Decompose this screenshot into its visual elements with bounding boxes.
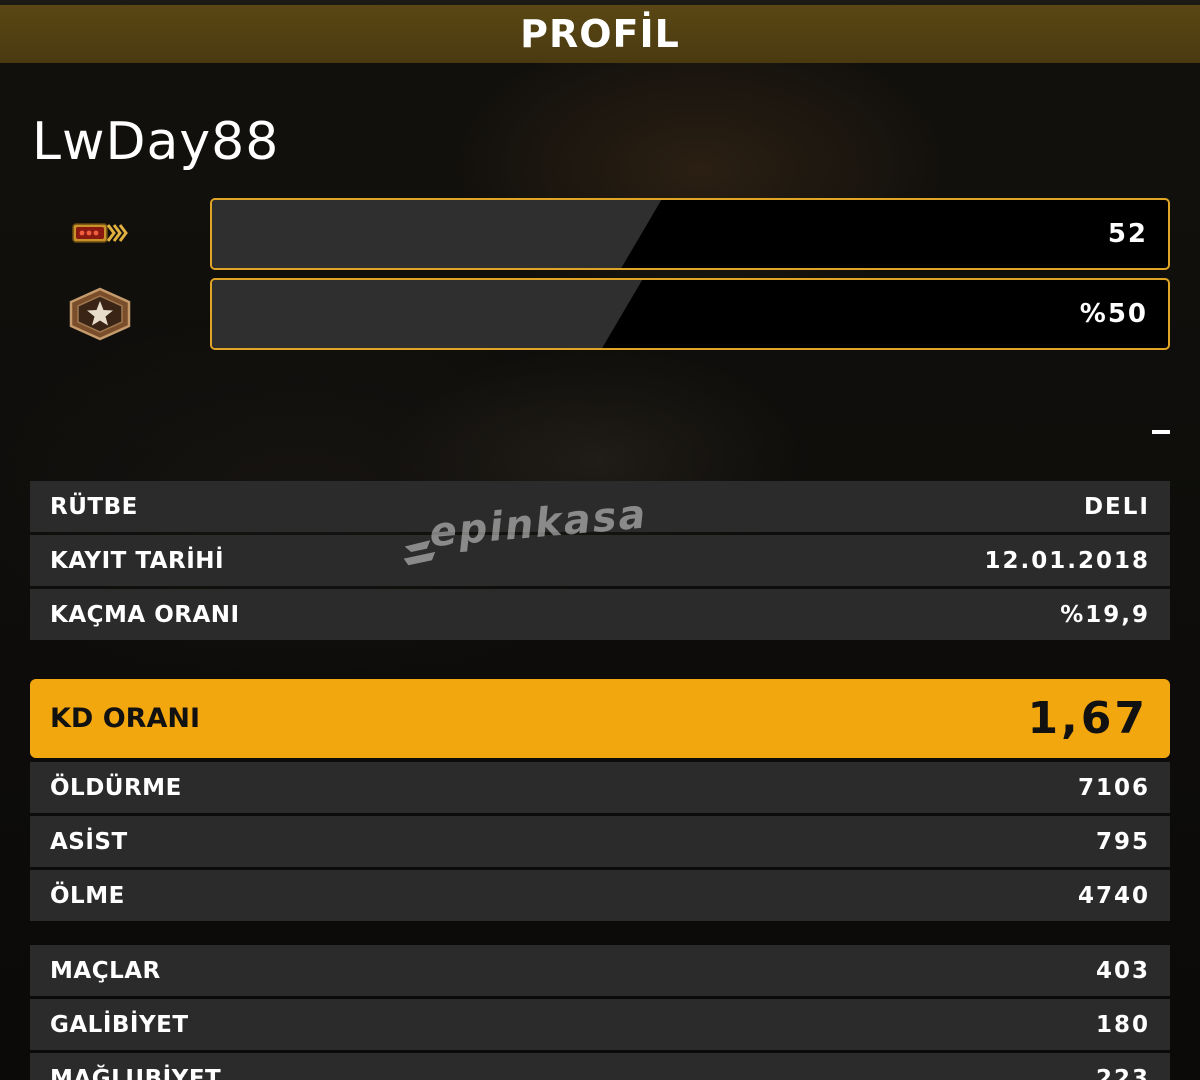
row-label: ÖLDÜRME (50, 774, 182, 801)
row-value: %19,9 (1060, 601, 1150, 628)
badge-progress-fill (212, 280, 642, 348)
level-progress-bar: 52 (210, 198, 1170, 270)
kd-value: 1,67 (1027, 693, 1148, 744)
kd-label: KD ORANI (50, 703, 201, 734)
kd-ratio-row: KD ORANI 1,67 (30, 679, 1170, 758)
row-value: 4740 (1077, 882, 1150, 909)
row-value: DELI (1083, 493, 1150, 520)
row-value: 403 (1095, 957, 1150, 984)
row-value: 223 (1095, 1066, 1150, 1080)
collapse-icon[interactable] (1152, 430, 1170, 434)
rank-chevron-icon (62, 203, 138, 263)
stat-row-matches: MAÇLAR 403 (30, 945, 1170, 996)
stat-row-assists: ASİST 795 (30, 816, 1170, 867)
stat-row-losses: MAĞLUBİYET 223 (30, 1053, 1170, 1080)
username: LwDay88 (32, 112, 280, 172)
row-label: GALİBİYET (50, 1011, 189, 1038)
badge-progress-bar: %50 (210, 278, 1170, 350)
badge-value: %50 (1079, 299, 1148, 329)
row-label: KAYIT TARİHİ (50, 547, 225, 574)
row-label: ÖLME (50, 882, 125, 909)
row-value: 7106 (1077, 774, 1150, 801)
row-label: ASİST (50, 828, 128, 855)
row-label: RÜTBE (50, 493, 138, 520)
header-bar: PROFİL (0, 5, 1200, 63)
stat-row-deaths: ÖLME 4740 (30, 870, 1170, 921)
level-value: 52 (1107, 219, 1148, 249)
stat-row-kills: ÖLDÜRME 7106 (30, 762, 1170, 813)
row-value: 795 (1095, 828, 1150, 855)
row-value: 180 (1095, 1011, 1150, 1038)
row-label: MAÇLAR (50, 957, 161, 984)
info-row-escape-rate: KAÇMA ORANI %19,9 (30, 589, 1170, 640)
row-label: MAĞLUBİYET (50, 1066, 222, 1080)
stat-row-wins: GALİBİYET 180 (30, 999, 1170, 1050)
page-title: PROFİL (520, 12, 680, 56)
row-value: 12.01.2018 (984, 547, 1150, 574)
row-label: KAÇMA ORANI (50, 601, 240, 628)
level-progress-fill (212, 200, 661, 268)
star-badge-icon (62, 284, 138, 344)
